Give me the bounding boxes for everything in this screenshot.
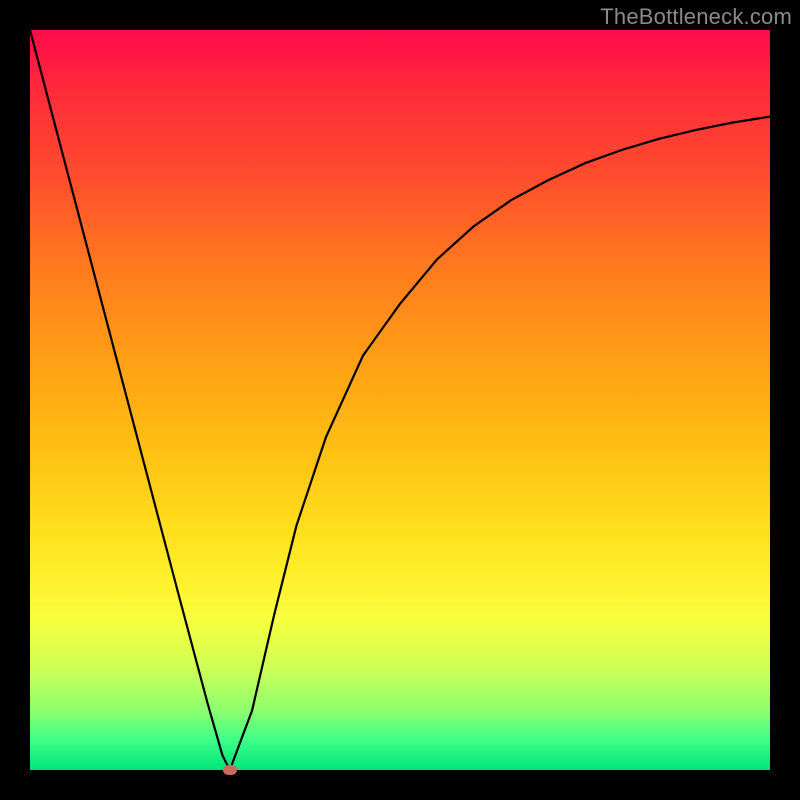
- plot-area: [30, 30, 770, 770]
- watermark-text: TheBottleneck.com: [600, 4, 792, 30]
- curve-path: [30, 30, 770, 770]
- min-marker: [223, 765, 237, 775]
- curve-svg: [30, 30, 770, 770]
- chart-frame: TheBottleneck.com: [0, 0, 800, 800]
